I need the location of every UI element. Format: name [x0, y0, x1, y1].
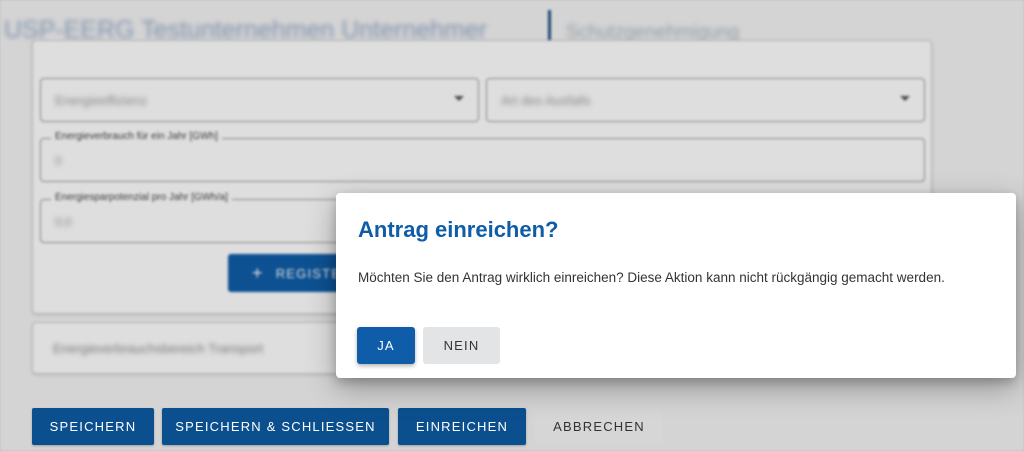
confirm-dialog: Antrag einreichen? Möchten Sie den Antra…	[336, 193, 1016, 378]
dialog-no-button[interactable]: NEIN	[423, 327, 500, 364]
save-close-button[interactable]: SPEICHERN & SCHLIESSEN	[162, 408, 389, 445]
save-button[interactable]: SPEICHERN	[32, 408, 154, 445]
submit-button[interactable]: EINREICHEN	[398, 408, 526, 445]
dialog-yes-button[interactable]: JA	[357, 327, 415, 364]
dialog-message: Möchten Sie den Antrag wirklich einreich…	[358, 270, 945, 285]
dialog-title: Antrag einreichen?	[358, 217, 559, 242]
cancel-button[interactable]: ABBRECHEN	[535, 408, 663, 445]
